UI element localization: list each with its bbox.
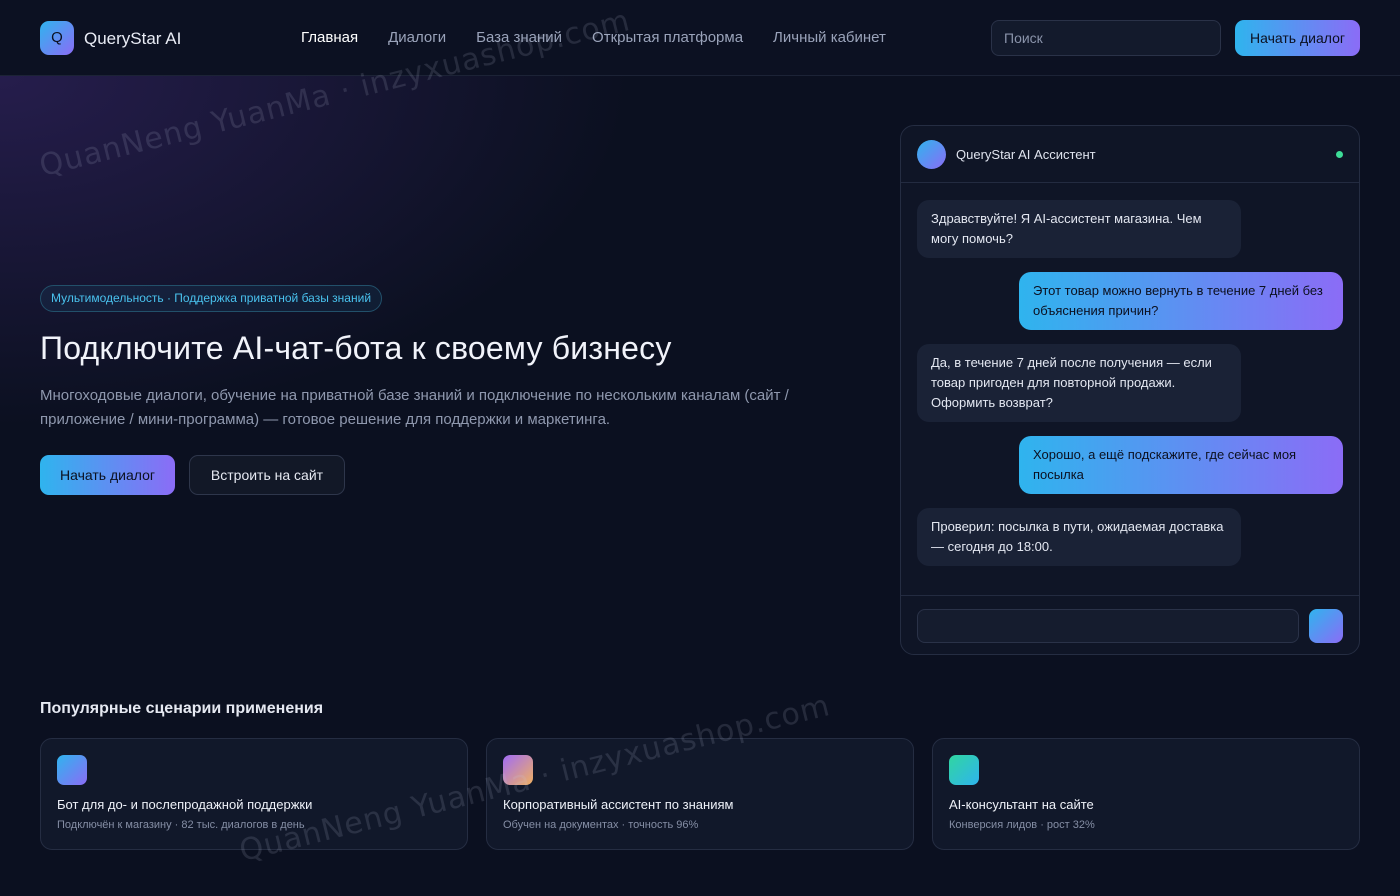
assistant-name: QueryStar AI Ассистент: [956, 147, 1096, 162]
search-input[interactable]: [991, 20, 1221, 56]
scenario-card-title: AI-консультант на сайте: [949, 797, 1094, 812]
scenario-card-support[interactable]: Бот для до- и послепродажной поддержки П…: [40, 738, 468, 850]
chat-message-user: Этот товар можно вернуть в течение 7 дне…: [1019, 272, 1343, 330]
embed-site-button[interactable]: Встроить на сайт: [189, 455, 345, 495]
main-nav: Главная Диалоги База знаний Открытая пла…: [301, 29, 886, 46]
online-status-dot: [1336, 151, 1343, 158]
hero-title: Подключите AI-чат-бота к своему бизнесу: [40, 330, 672, 366]
knowledge-assistant-icon: [503, 755, 533, 785]
scenario-card-title: Корпоративный ассистент по знаниям: [503, 797, 734, 812]
scenario-card-consultant[interactable]: AI-консультант на сайте Конверсия лидов …: [932, 738, 1360, 850]
scenario-card-title: Бот для до- и послепродажной поддержки: [57, 797, 313, 812]
chat-message-bot: Да, в течение 7 дней после получения — е…: [917, 344, 1241, 422]
brand-name[interactable]: QueryStar AI: [84, 29, 181, 49]
support-bot-icon: [57, 755, 87, 785]
hero-badge: Мультимодельность · Поддержка приватной …: [40, 285, 383, 312]
top-header: Q QueryStar AI Главная Диалоги База знан…: [0, 0, 1400, 76]
chat-message-bot: Проверил: посылка в пути, ожидаемая дост…: [917, 508, 1241, 566]
scenario-card-subtitle: Подключён к магазину · 82 тыс. диалогов …: [57, 819, 305, 831]
assistant-avatar: [917, 140, 946, 169]
send-message-button[interactable]: [1309, 609, 1343, 643]
scenarios-title: Популярные сценарии применения: [40, 700, 324, 717]
scenario-card-knowledge[interactable]: Корпоративный ассистент по знаниям Обуче…: [486, 738, 914, 850]
chat-preview-panel: QueryStar AI Ассистент Здравствуйте! Я A…: [900, 125, 1360, 655]
chat-message-bot: Здравствуйте! Я AI-ассистент магазина. Ч…: [917, 200, 1241, 258]
chat-message-user: Хорошо, а ещё подскажите, где сейчас моя…: [1019, 436, 1343, 494]
nav-item-open-platform[interactable]: Открытая платформа: [592, 29, 743, 46]
chat-message-input[interactable]: [917, 609, 1299, 643]
nav-item-account[interactable]: Личный кабинет: [773, 29, 886, 46]
chat-header: QueryStar AI Ассистент: [901, 126, 1359, 183]
chat-footer: [901, 595, 1359, 654]
logo-icon[interactable]: Q: [40, 21, 74, 55]
header-start-dialog-button[interactable]: Начать диалог: [1235, 20, 1360, 56]
nav-item-dialogs[interactable]: Диалоги: [388, 29, 446, 46]
site-consultant-icon: [949, 755, 979, 785]
start-dialog-button[interactable]: Начать диалог: [40, 455, 175, 495]
scenario-card-subtitle: Конверсия лидов · рост 32%: [949, 819, 1095, 831]
nav-item-home[interactable]: Главная: [301, 29, 358, 46]
nav-item-knowledge-base[interactable]: База знаний: [476, 29, 562, 46]
scenario-card-subtitle: Обучен на документах · точность 96%: [503, 819, 699, 831]
hero-description: Многоходовые диалоги, обучение на приват…: [40, 387, 789, 428]
